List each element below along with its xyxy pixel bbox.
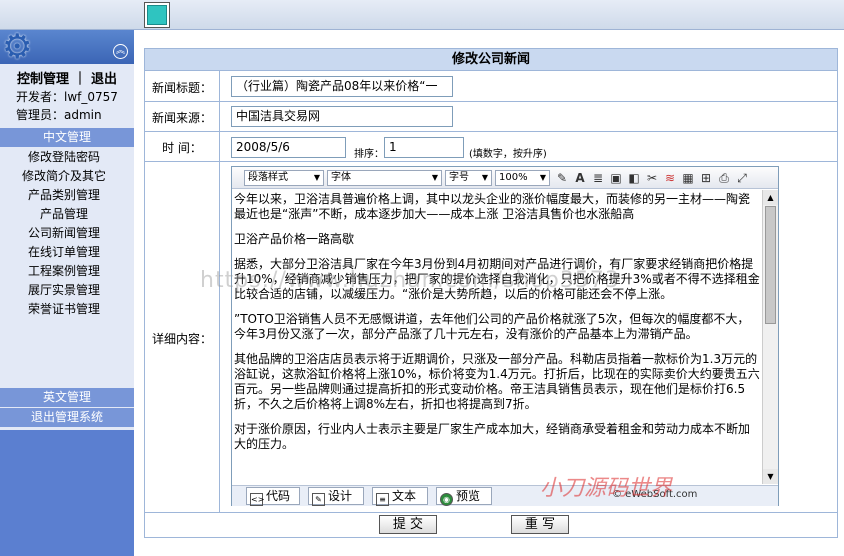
url-watermark: https://www.huzhan.com/shop3573: [200, 268, 620, 293]
nav-item[interactable]: 修改登陆密码: [0, 148, 128, 167]
sidebar-footer: [0, 430, 134, 556]
reset-button[interactable]: 重 写: [511, 515, 569, 534]
editor-mode-bar: <> 代码 ✎ 设计 ≡ 文本 ◉ 预览 © eWebSoft.com: [232, 485, 778, 506]
nav-item[interactable]: 产品类别管理: [0, 186, 128, 205]
nav-item[interactable]: 修改简介及其它: [0, 167, 128, 186]
fullscreen-icon[interactable]: ⤢: [734, 170, 750, 186]
sort-hint: (填数字，按升序): [469, 149, 547, 160]
font-select[interactable]: 字体 ▼: [327, 170, 442, 186]
time-label: 时 间：: [162, 141, 202, 155]
font-color-icon[interactable]: A: [572, 170, 588, 186]
content-paragraph: 卫浴产品价格一路高歇: [234, 232, 355, 246]
detail-label: 详细内容：: [151, 332, 212, 346]
editor-scrollbar[interactable]: ▲ ▼: [762, 190, 778, 484]
nav-item[interactable]: 工程案例管理: [0, 262, 128, 281]
logout-link[interactable]: 退出管理系统: [0, 408, 134, 427]
content-paragraph: 对于涨价原因，行业内人士表示主要是厂家生产成本加大，经销商承受着租金和劳动力成本…: [234, 422, 751, 451]
sidebar: ⚙ ︽ 控制管理 ｜ 退出 开发者：lwf_0757 管理员：admin 中文管…: [0, 30, 134, 556]
nav-item[interactable]: 产品管理: [0, 205, 128, 224]
table-icon[interactable]: ⊞: [698, 170, 714, 186]
print-icon[interactable]: ⎙: [716, 170, 732, 186]
top-bar: [0, 0, 844, 30]
zoom-select[interactable]: 100% ▼: [495, 170, 550, 186]
pencil-icon[interactable]: ✎: [554, 170, 570, 186]
layer-icon[interactable]: ◧: [626, 170, 642, 186]
code-mode-button[interactable]: <> 代码: [246, 487, 300, 506]
editor-content[interactable]: 今年以来，卫浴洁具普遍价格上调，其中以龙头企业的涨价幅度最大，而装修的另一主材—…: [232, 190, 762, 484]
source-label: 新闻来源：: [151, 111, 212, 125]
design-mode-button[interactable]: ✎ 设计: [308, 487, 364, 506]
nav-section-chinese[interactable]: 中文管理: [0, 128, 134, 147]
nav-item[interactable]: 在线订单管理: [0, 243, 128, 262]
content-paragraph: 其他品牌的卫浴店店员表示将于近期调价，只涨及一部分产品。科勒店员指着一款标价为1…: [234, 352, 760, 411]
submit-button[interactable]: 提 交: [379, 515, 437, 534]
news-title-label: 新闻标题：: [151, 81, 212, 95]
nav-item[interactable]: 公司新闻管理: [0, 224, 128, 243]
content-paragraph: 今年以来，卫浴洁具普遍价格上调，其中以龙头企业的涨价幅度最大，而装修的另一主材—…: [234, 192, 751, 221]
editor-toolbar: 段落样式 ▼ 字体 ▼ 字号 ▼ 100% ▼ ✎ A ≣ ▣ ◧ ✂ ≋ ▦ ⊞ ⎙ …: [232, 167, 778, 189]
scroll-thumb[interactable]: [765, 206, 776, 324]
format-icon[interactable]: ≣: [590, 170, 606, 186]
text-mode-button[interactable]: ≡ 文本: [372, 487, 428, 506]
sidebar-header: ⚙ ︽: [0, 30, 134, 64]
tools-icon[interactable]: ✂: [644, 170, 660, 186]
nav-section-english[interactable]: 英文管理: [0, 388, 134, 407]
site-watermark: 小刀源码世界: [540, 476, 673, 501]
app-icon[interactable]: [144, 2, 170, 28]
scroll-down-icon[interactable]: ▼: [763, 469, 778, 484]
abc-icon[interactable]: ≋: [662, 170, 678, 186]
sort-label: 排序：: [354, 149, 384, 160]
news-title-input[interactable]: （行业篇）陶瓷产品08年以来价格“一: [231, 76, 453, 97]
rich-text-editor: 段落样式 ▼ 字体 ▼ 字号 ▼ 100% ▼ ✎ A ≣ ▣ ◧ ✂ ≋ ▦ ⊞ ⎙ …: [231, 166, 779, 506]
edit-news-form: 修改公司新闻 新闻标题： （行业篇）陶瓷产品08年以来价格“一 新闻来源： 中国…: [144, 48, 838, 538]
scroll-up-icon[interactable]: ▲: [763, 190, 778, 205]
admin-info: 管理员：admin: [16, 108, 102, 122]
font-size-select[interactable]: 字号 ▼: [445, 170, 492, 186]
sort-input[interactable]: 1: [384, 137, 464, 158]
gear-icon: ⚙: [2, 27, 33, 67]
preview-mode-button[interactable]: ◉ 预览: [436, 487, 492, 506]
paragraph-style-select[interactable]: 段落样式 ▼: [244, 170, 324, 186]
control-logout-link[interactable]: 控制管理 ｜ 退出: [0, 68, 134, 87]
image-icon[interactable]: ▣: [608, 170, 624, 186]
calendar-icon[interactable]: ▦: [680, 170, 696, 186]
nav-item[interactable]: 荣誉证书管理: [0, 300, 128, 319]
content-paragraph: ”TOTO卫浴销售人员不无感慨讲道，去年他们公司的产品价格就涨了5次，但每次的幅…: [234, 312, 750, 341]
source-input[interactable]: 中国洁具交易网: [231, 106, 453, 127]
developer-info: 开发者：lwf_0757: [16, 90, 118, 104]
form-title: 修改公司新闻: [145, 49, 837, 71]
time-input[interactable]: 2008/5/6: [231, 137, 346, 158]
nav-item[interactable]: 展厅实景管理: [0, 281, 128, 300]
collapse-icon[interactable]: ︽: [113, 44, 128, 59]
